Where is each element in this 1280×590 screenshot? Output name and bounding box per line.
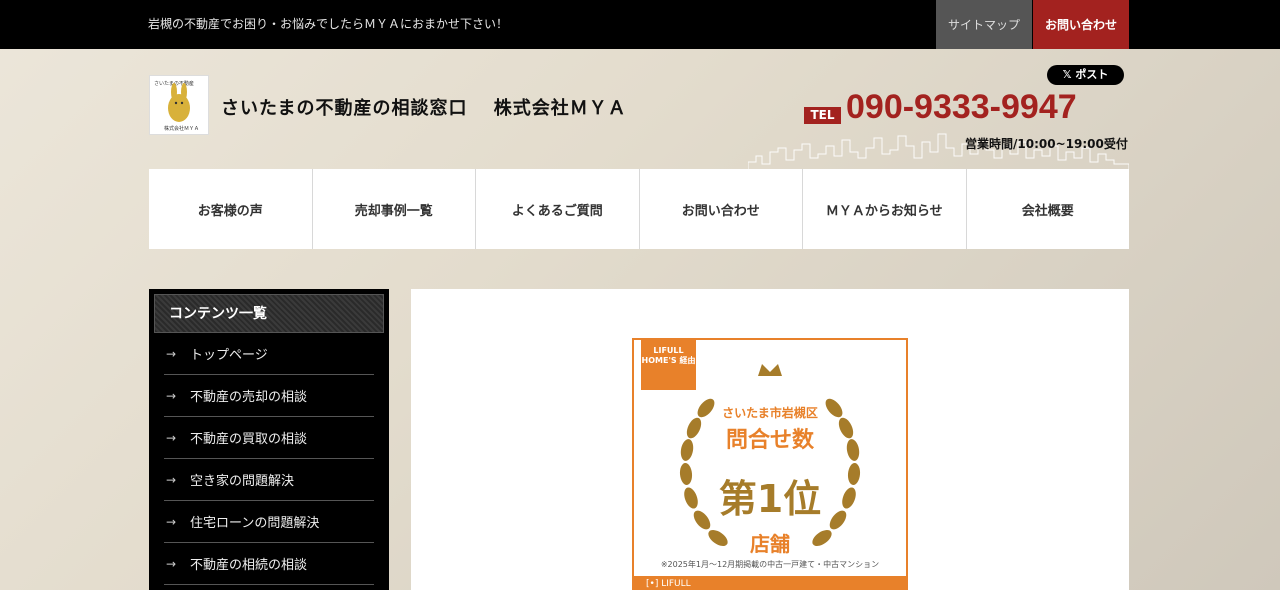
sidebar-item-sale[interactable]: → 不動産の売却の相談 [164,375,374,417]
sidebar-item-label: 不動産の売却の相談 [190,390,308,405]
arrow-right-icon: → [166,346,177,361]
rabbit-logo-icon: さいたまの不動産 株式会社ＭＹＡ [154,80,199,132]
nav-item-faq[interactable]: よくあるご質問 [476,169,640,249]
award-banner[interactable]: LIFULL HOME'S 経由 さいたま市岩槻区 問合せ数 第1位 店舗 ※2… [632,338,908,590]
arrow-right-icon: → [166,556,177,571]
arrow-right-icon: → [166,388,177,403]
top-bar: 岩槻の不動産でお困り・お悩みでしたらＭＹＡにおまかせ下さい！ サイトマップ お問… [0,0,1280,49]
nav-item-news[interactable]: ＭＹＡからお知らせ [803,169,967,249]
sidebar-menu: → トップページ → 不動産の売却の相談 → 不動産の買取の相談 → 空き家の問題解決 … [164,333,374,585]
award-rank: 第1位 [718,477,822,521]
sidebar-item-label: 空き家の問題解決 [190,474,295,489]
business-hours: 営業時間/10:00~19:00受付 [965,137,1128,151]
x-icon: 𝕏 [1062,68,1076,81]
award-footer: [•] LIFULL [634,576,906,590]
sidebar-item-purchase[interactable]: → 不動産の買取の相談 [164,417,374,459]
nav-item-company[interactable]: 会社概要 [967,169,1130,249]
phone-number[interactable]: 090-9333-9947 [846,88,1077,127]
tel-badge: TEL [804,107,841,124]
nav-item-voices[interactable]: お客様の声 [149,169,313,249]
contact-button[interactable]: お問い合わせ [1033,0,1129,49]
tagline: 岩槻の不動産でお困り・お悩みでしたらＭＹＡにおまかせ下さい！ [148,17,509,31]
arrow-right-icon: → [166,472,177,487]
svg-text:株式会社ＭＹＡ: 株式会社ＭＹＡ [164,125,199,132]
sidebar-item-mortgage[interactable]: → 住宅ローンの問題解決 [164,501,374,543]
award-note: ※2025年1月～12月期掲載の中古一戸建て・中古マンション [660,560,880,569]
sidebar-heading: コンテンツ一覧 [154,294,384,333]
main-content: LIFULL HOME'S 経由 さいたま市岩槻区 問合せ数 第1位 店舗 ※2… [411,289,1129,590]
award-area: さいたま市岩槻区 [722,406,818,420]
sidebar-item-label: 不動産の相続の相談 [190,558,308,573]
sidebar: コンテンツ一覧 → トップページ → 不動産の売却の相談 → 不動産の買取の相談 → 空… [149,289,389,590]
main-nav: お客様の声 売却事例一覧 よくあるご質問 お問い合わせ ＭＹＡからお知らせ 会社… [149,169,1129,249]
sitemap-button[interactable]: サイトマップ [936,0,1032,49]
post-label: ポスト [1075,68,1109,81]
nav-item-sales-cases[interactable]: 売却事例一覧 [313,169,476,249]
sidebar-item-label: 不動産の買取の相談 [190,432,308,447]
nav-item-contact[interactable]: お問い合わせ [640,169,803,249]
award-metric: 問合せ数 [725,428,814,453]
arrow-right-icon: → [166,430,177,445]
arrow-right-icon: → [166,514,177,529]
sidebar-item-inheritance[interactable]: → 不動産の相続の相談 [164,543,374,585]
x-post-button[interactable]: 𝕏 ポスト [1047,65,1124,85]
sidebar-item-label: 住宅ローンの問題解決 [190,516,320,531]
sidebar-item-label: トップページ [190,348,268,363]
site-title[interactable]: さいたまの不動産の相談窓口 株式会社ＭＹＡ [221,94,627,120]
sidebar-item-vacant-house[interactable]: → 空き家の問題解決 [164,459,374,501]
sidebar-item-top[interactable]: → トップページ [164,333,374,375]
award-unit: 店舗 [750,532,790,556]
company-logo[interactable]: さいたまの不動産 株式会社ＭＹＡ [149,75,209,135]
crown-icon [758,364,782,376]
